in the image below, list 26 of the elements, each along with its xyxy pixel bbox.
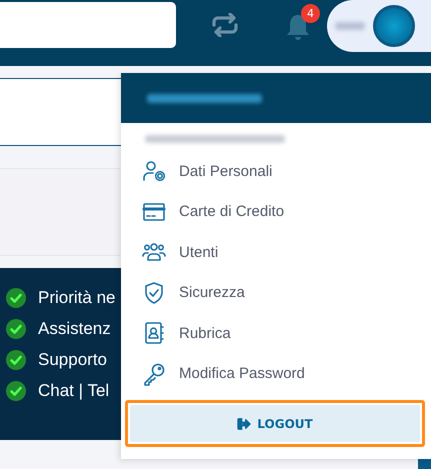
notification-badge: 4 (301, 4, 320, 23)
feature-text: Chat | Tel (38, 381, 110, 401)
feature-text: Assistenz (38, 319, 111, 339)
menu-item[interactable]: Carte di Credito (121, 192, 431, 232)
feature-text: Supporto (38, 350, 107, 370)
shield-icon (142, 280, 166, 305)
avatar (373, 5, 415, 47)
menu-item[interactable]: Sicurezza (121, 272, 431, 313)
search-field[interactable] (0, 2, 176, 48)
check-icon (6, 319, 26, 339)
check-icon (6, 350, 26, 370)
menu-item[interactable]: Rubrica (121, 313, 431, 354)
logout-icon (237, 418, 252, 430)
check-icon (6, 288, 26, 308)
check-icon (6, 381, 26, 401)
logout-button[interactable]: LOGOUT (130, 405, 420, 442)
feature-text: Priorità ne (38, 288, 116, 308)
menu-item[interactable]: Utenti (121, 232, 431, 272)
contacts-icon (142, 321, 166, 346)
repeat-icon[interactable] (210, 13, 240, 37)
menu-item[interactable]: Modifica Password (121, 354, 431, 394)
menu-item[interactable]: Dati Personali (121, 151, 431, 192)
user-menu-toggle[interactable] (327, 0, 431, 52)
profile-icon (142, 159, 166, 184)
blurred-text (335, 22, 365, 30)
key-icon (142, 362, 166, 386)
